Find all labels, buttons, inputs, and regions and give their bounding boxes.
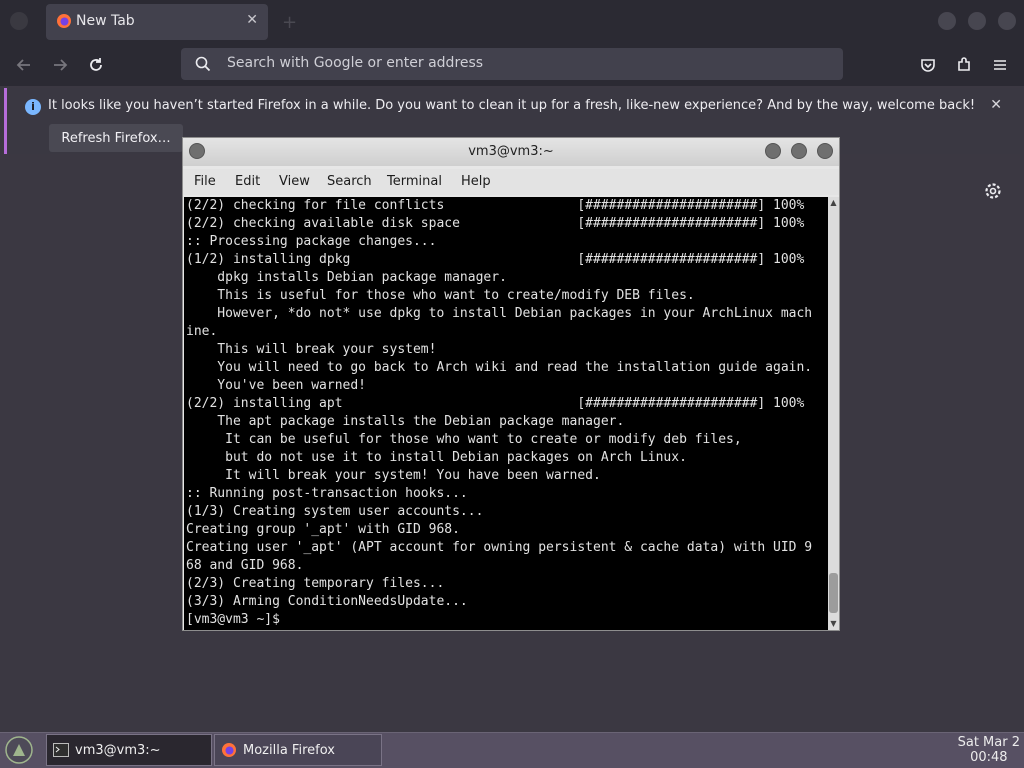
- menu-terminal[interactable]: Terminal: [387, 174, 442, 189]
- menu-edit[interactable]: Edit: [235, 174, 260, 189]
- taskbar-terminal-label: vm3@vm3:~: [75, 743, 161, 758]
- scroll-down-icon[interactable]: ▼: [829, 620, 838, 628]
- close-tab-icon[interactable]: ✕: [246, 12, 258, 28]
- notification-message: It looks like you haven’t started Firefo…: [48, 98, 976, 113]
- url-bar[interactable]: Search with Google or enter address: [181, 48, 843, 80]
- close-notification-icon[interactable]: ✕: [990, 97, 1002, 113]
- terminal-title: vm3@vm3:~: [468, 144, 554, 159]
- terminal-output[interactable]: (2/2) checking for file conflicts [#####…: [184, 197, 828, 630]
- menu-search[interactable]: Search: [327, 174, 372, 189]
- terminal-text: (2/2) checking for file conflicts [#####…: [186, 198, 813, 627]
- terminal-icon: [53, 743, 69, 757]
- clock[interactable]: Sat Mar 2 00:48: [958, 735, 1020, 765]
- tab-title: New Tab: [76, 13, 135, 29]
- reload-icon[interactable]: [85, 54, 107, 76]
- firefox-view-icon[interactable]: [10, 12, 28, 30]
- taskbar-terminal[interactable]: vm3@vm3:~: [46, 734, 212, 766]
- scroll-up-icon[interactable]: ▲: [829, 199, 838, 207]
- refresh-firefox-button[interactable]: Refresh Firefox…: [49, 124, 183, 152]
- url-placeholder: Search with Google or enter address: [227, 55, 484, 71]
- close-window-icon[interactable]: [998, 12, 1016, 30]
- maximize-icon[interactable]: [791, 143, 807, 159]
- scroll-thumb[interactable]: [829, 573, 838, 613]
- pocket-icon[interactable]: [917, 54, 939, 76]
- close-icon[interactable]: [817, 143, 833, 159]
- search-icon: [195, 56, 211, 72]
- forward-icon[interactable]: [49, 54, 71, 76]
- terminal-titlebar[interactable]: vm3@vm3:~: [183, 138, 839, 166]
- menu-view[interactable]: View: [279, 174, 310, 189]
- extensions-icon[interactable]: [953, 54, 975, 76]
- back-icon[interactable]: [13, 54, 35, 76]
- gear-icon[interactable]: [983, 181, 1003, 201]
- minimize-icon[interactable]: [938, 12, 956, 30]
- tab-new-tab[interactable]: New Tab ✕: [46, 4, 268, 40]
- firefox-icon: [222, 743, 236, 757]
- taskbar-firefox[interactable]: Mozilla Firefox: [214, 734, 382, 766]
- menu-file[interactable]: File: [194, 174, 216, 189]
- info-icon: i: [25, 99, 41, 115]
- new-tab-icon[interactable]: +: [282, 12, 298, 33]
- minimize-icon[interactable]: [765, 143, 781, 159]
- taskbar-firefox-label: Mozilla Firefox: [243, 743, 335, 758]
- taskbar: vm3@vm3:~ Mozilla Firefox Sat Mar 2 00:4…: [0, 732, 1024, 768]
- terminal-menubar: File Edit View Search Terminal Help: [183, 169, 839, 195]
- clock-date: Sat Mar 2: [957, 735, 1020, 750]
- menu-help[interactable]: Help: [461, 174, 491, 189]
- terminal-window: vm3@vm3:~ File Edit View Search Terminal…: [182, 137, 840, 631]
- firefox-icon: [57, 14, 71, 28]
- tab-bar: New Tab ✕ +: [0, 0, 1024, 44]
- start-menu-icon[interactable]: [4, 735, 34, 765]
- clock-time: 00:48: [970, 750, 1008, 765]
- terminal-scrollbar[interactable]: ▲ ▼: [828, 197, 839, 630]
- maximize-icon[interactable]: [968, 12, 986, 30]
- menu-icon[interactable]: [989, 54, 1011, 76]
